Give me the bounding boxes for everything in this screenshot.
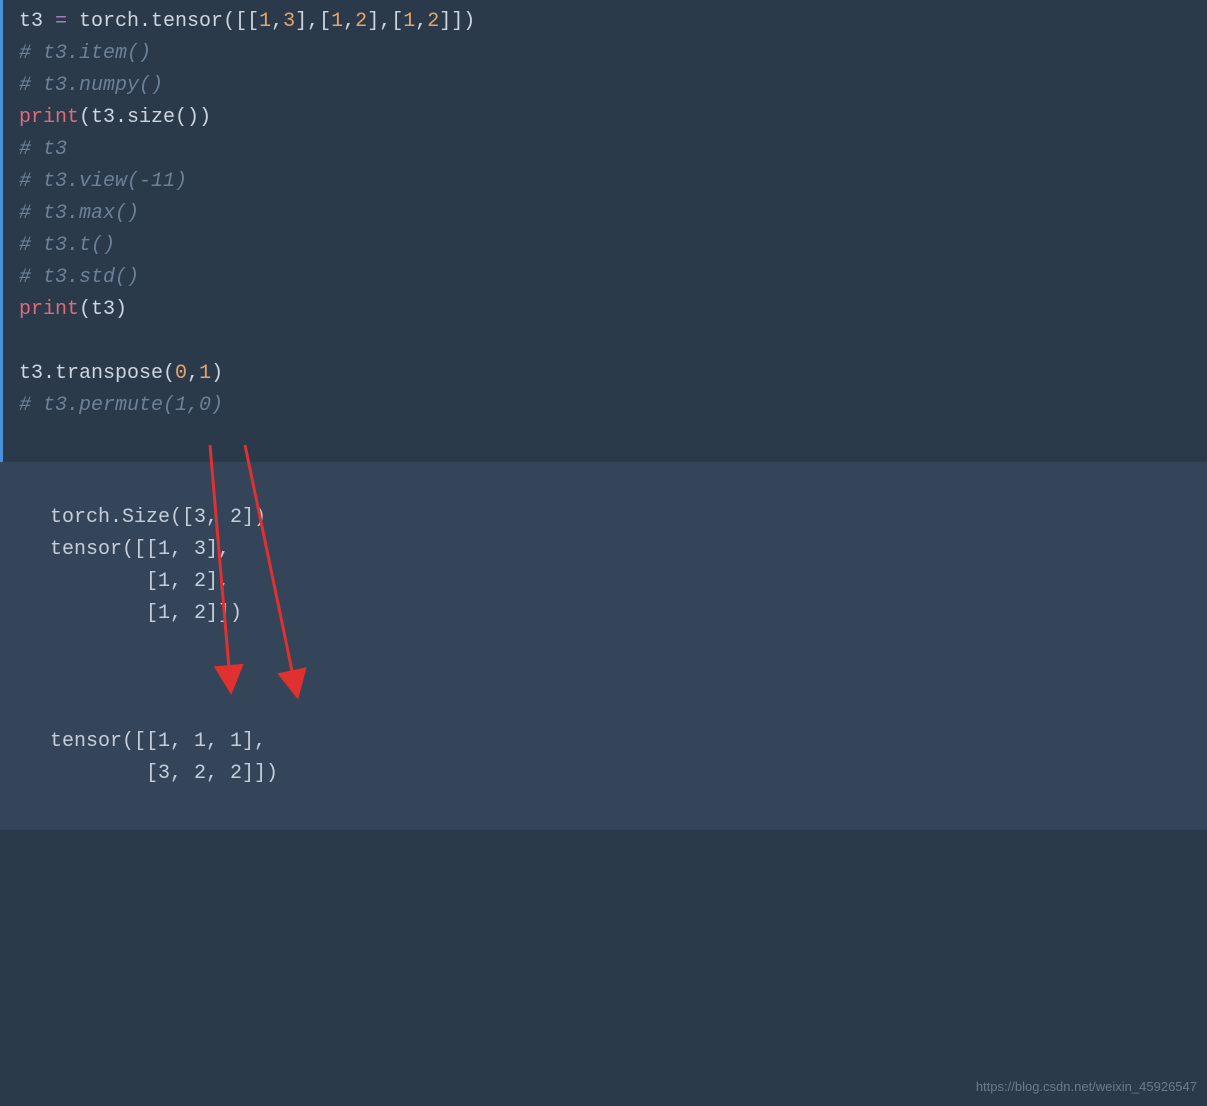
code-line[interactable]: [19, 326, 1199, 358]
code-line[interactable]: t3.transpose(0,1): [19, 358, 1199, 390]
punctuation: ): [211, 362, 223, 385]
number: 1: [259, 10, 271, 33]
comment: # t3.permute(1,0): [19, 394, 223, 417]
code-line[interactable]: # t3.item(): [19, 38, 1199, 70]
comment: # t3.numpy(): [19, 74, 163, 97]
punctuation: ,: [415, 10, 427, 33]
output-line: [50, 630, 1157, 662]
number: 1: [331, 10, 343, 33]
output-panel: torch.Size([3, 2]) tensor([[1, 3], [1, 2…: [0, 462, 1207, 830]
punctuation: ,: [271, 10, 283, 33]
method: t3.transpose: [19, 362, 163, 385]
comment: # t3.max(): [19, 202, 139, 225]
variable: t3: [91, 298, 115, 321]
output-line: tensor([[1, 1, 1],: [50, 726, 1157, 758]
builtin: print: [19, 298, 79, 321]
code-editor[interactable]: t3 = torch.tensor([[1,3],[1,2],[1,2]]) #…: [0, 0, 1207, 462]
method: t3.size: [91, 106, 175, 129]
output-line: tensor([[1, 3],: [50, 534, 1157, 566]
number: 2: [427, 10, 439, 33]
comment: # t3.t(): [19, 234, 115, 257]
punctuation: ]]): [439, 10, 475, 33]
punctuation: (: [163, 362, 175, 385]
comment: # t3.std(): [19, 266, 139, 289]
number: 2: [355, 10, 367, 33]
code-line[interactable]: # t3.permute(1,0): [19, 390, 1199, 422]
code-line[interactable]: t3 = torch.tensor([[1,3],[1,2],[1,2]]): [19, 6, 1199, 38]
punctuation: ],[: [295, 10, 331, 33]
output-line: [50, 694, 1157, 726]
comment: # t3.view(-11): [19, 170, 187, 193]
code-line[interactable]: # t3.view(-11): [19, 166, 1199, 198]
code-line[interactable]: # t3: [19, 134, 1199, 166]
builtin: print: [19, 106, 79, 129]
punctuation: (): [175, 106, 199, 129]
number: 0: [175, 362, 187, 385]
code-line[interactable]: print(t3.size()): [19, 102, 1199, 134]
number: 1: [199, 362, 211, 385]
punctuation: ): [115, 298, 127, 321]
punctuation: ],[: [367, 10, 403, 33]
comment: # t3.item(): [19, 42, 151, 65]
operator: =: [43, 10, 79, 33]
output-line: [50, 662, 1157, 694]
code-line[interactable]: # t3.numpy(): [19, 70, 1199, 102]
code-line[interactable]: # t3.max(): [19, 198, 1199, 230]
punctuation: ,: [187, 362, 199, 385]
output-line: [3, 2, 2]]): [50, 758, 1157, 790]
punctuation: ,: [343, 10, 355, 33]
punctuation: ): [199, 106, 211, 129]
number: 1: [403, 10, 415, 33]
punctuation: (: [79, 106, 91, 129]
code-line[interactable]: # t3.t(): [19, 230, 1199, 262]
output-line: [1, 2],: [50, 566, 1157, 598]
code-line[interactable]: # t3.std(): [19, 262, 1199, 294]
method: torch.tensor: [79, 10, 223, 33]
variable: t3: [19, 10, 43, 33]
number: 3: [283, 10, 295, 33]
output-line: [1, 2]]): [50, 598, 1157, 630]
output-line: torch.Size([3, 2]): [50, 502, 1157, 534]
watermark: https://blog.csdn.net/weixin_45926547: [976, 1077, 1197, 1098]
comment: # t3: [19, 138, 67, 161]
punctuation: (: [79, 298, 91, 321]
punctuation: ([[: [223, 10, 259, 33]
code-line[interactable]: print(t3): [19, 294, 1199, 326]
